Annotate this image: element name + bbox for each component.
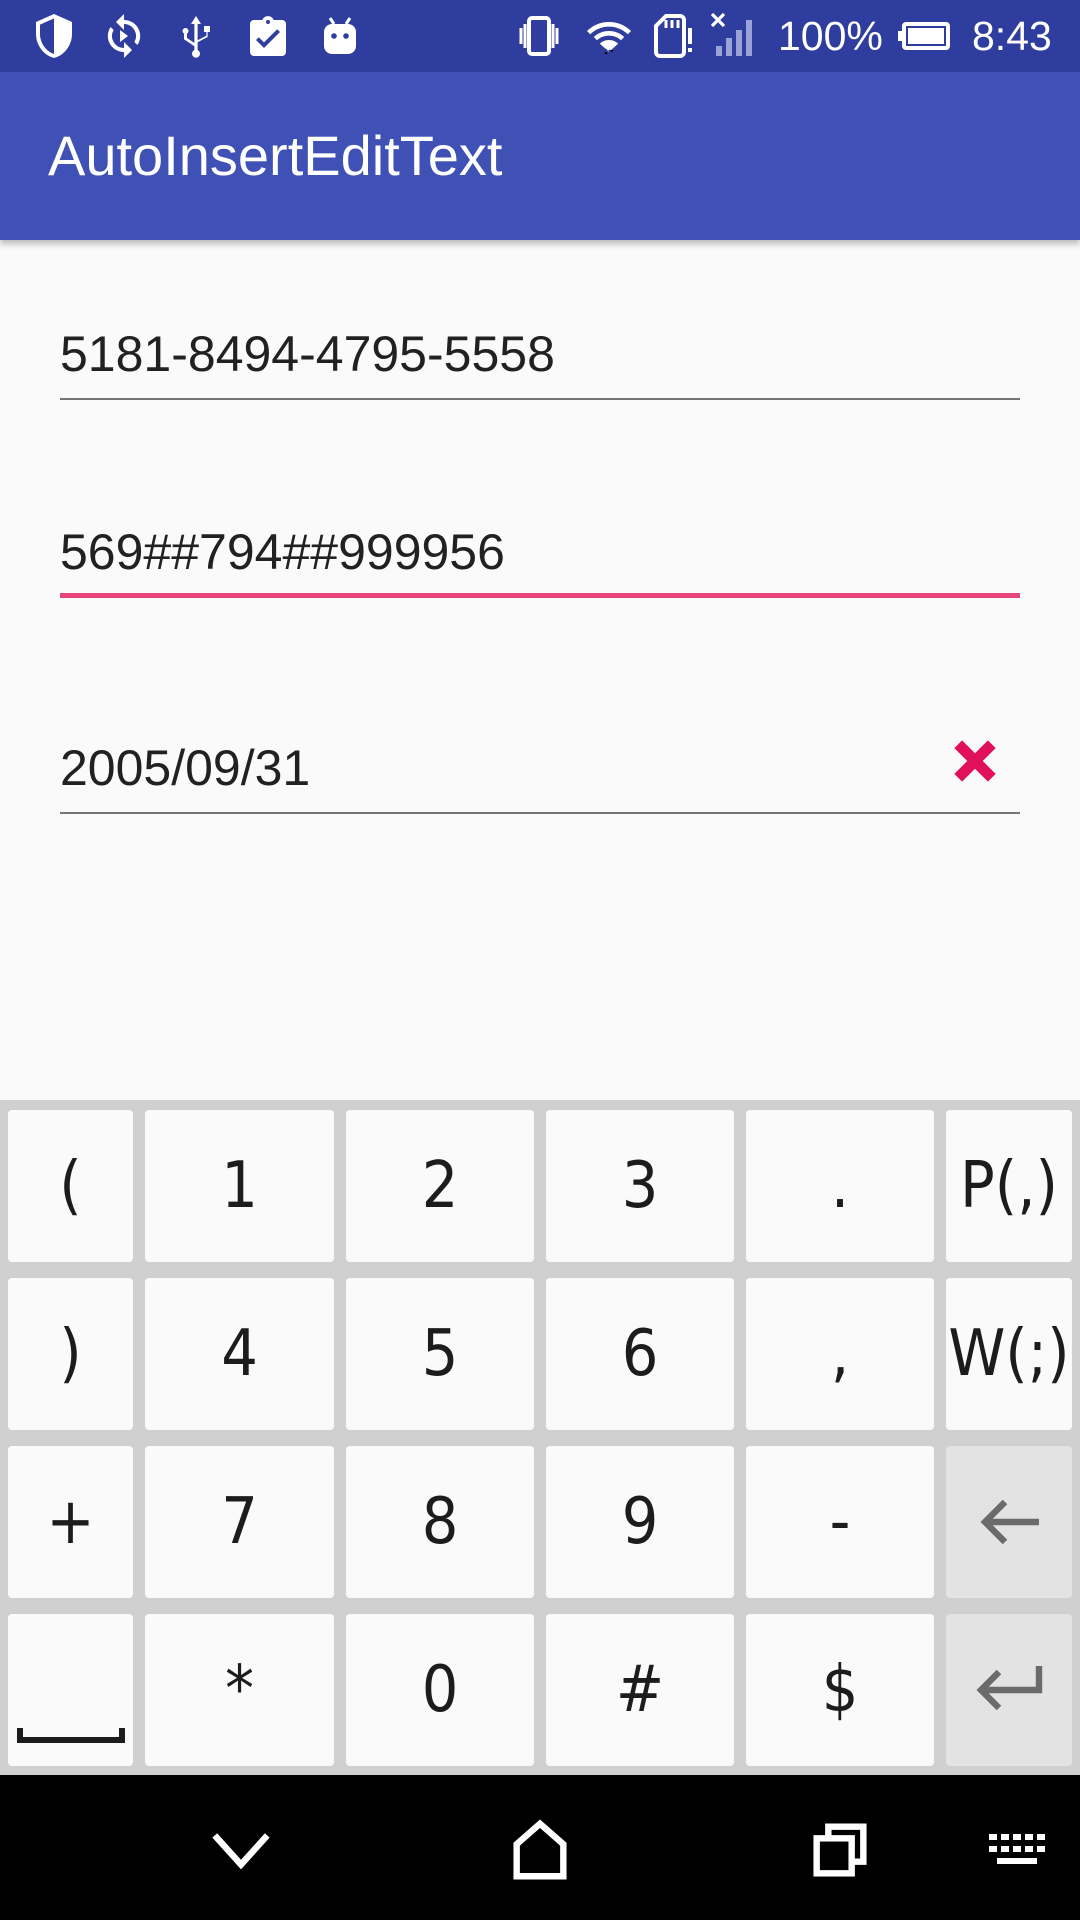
key-asterisk[interactable]: * xyxy=(145,1614,334,1766)
status-bar: 100% 8:43 xyxy=(0,0,1080,72)
key-2[interactable]: 2 xyxy=(346,1110,534,1262)
home-icon[interactable] xyxy=(505,1815,575,1885)
enter-icon xyxy=(976,1666,1043,1711)
usb-icon xyxy=(172,12,220,60)
key-wait[interactable]: W(;) xyxy=(946,1278,1072,1430)
enter-key[interactable] xyxy=(946,1614,1072,1766)
back-chevron-icon[interactable] xyxy=(206,1815,276,1885)
key-period[interactable]: . xyxy=(746,1110,934,1262)
clock: 8:43 xyxy=(972,13,1052,59)
keyboard-icon[interactable] xyxy=(985,1815,1049,1885)
card-number-value: 5181-8494-4795-5558 xyxy=(60,326,555,382)
key-plus[interactable]: + xyxy=(8,1446,133,1598)
wifi-icon xyxy=(585,12,633,60)
android-icon xyxy=(316,12,364,60)
key-8[interactable]: 8 xyxy=(346,1446,534,1598)
backspace-icon xyxy=(980,1499,1039,1545)
date-field[interactable]: 2005/09/31 xyxy=(60,722,1020,814)
key-6[interactable]: 6 xyxy=(546,1278,734,1430)
space-icon xyxy=(16,1728,125,1743)
key-pause[interactable]: P(,) xyxy=(946,1110,1072,1262)
keyboard: ( 1 2 3 . P(,) ) 4 5 6 , W(;) + 7 8 9 - … xyxy=(0,1100,1080,1775)
key-close-paren[interactable]: ) xyxy=(8,1278,133,1430)
key-4[interactable]: 4 xyxy=(145,1278,334,1430)
key-minus[interactable]: - xyxy=(746,1446,934,1598)
vibrate-icon xyxy=(515,12,563,60)
pattern-field[interactable]: 569##794##999956 xyxy=(60,514,1020,598)
key-dollar[interactable]: $ xyxy=(746,1614,934,1766)
shield-icon xyxy=(30,12,78,60)
key-3[interactable]: 3 xyxy=(546,1110,734,1262)
key-hash[interactable]: # xyxy=(546,1614,734,1766)
sync-icon xyxy=(100,12,148,60)
key-5[interactable]: 5 xyxy=(346,1278,534,1430)
key-9[interactable]: 9 xyxy=(546,1446,734,1598)
sd-card-alert-icon xyxy=(650,12,698,60)
key-0[interactable]: 0 xyxy=(346,1614,534,1766)
field-underline xyxy=(60,812,1020,814)
navigation-bar xyxy=(0,1775,1080,1920)
field-underline xyxy=(60,398,1020,400)
key-open-paren[interactable]: ( xyxy=(8,1110,133,1262)
battery-percent: 100% xyxy=(778,13,883,59)
key-comma[interactable]: , xyxy=(746,1278,934,1430)
clear-icon[interactable] xyxy=(944,730,1006,792)
recents-icon[interactable] xyxy=(805,1815,875,1885)
clipboard-check-icon xyxy=(244,12,292,60)
pattern-value: 569##794##999956 xyxy=(60,524,505,580)
space-key[interactable] xyxy=(8,1614,133,1766)
key-1[interactable]: 1 xyxy=(145,1110,334,1262)
app-title: AutoInsertEditText xyxy=(48,124,503,187)
date-value: 2005/09/31 xyxy=(60,740,311,796)
key-7[interactable]: 7 xyxy=(145,1446,334,1598)
app-bar: AutoInsertEditText xyxy=(0,72,1080,240)
signal-off-icon xyxy=(710,12,758,60)
card-number-field[interactable]: 5181-8494-4795-5558 xyxy=(60,318,1020,400)
backspace-key[interactable] xyxy=(946,1446,1072,1598)
field-underline-focused xyxy=(60,593,1020,598)
battery-icon xyxy=(896,12,952,60)
